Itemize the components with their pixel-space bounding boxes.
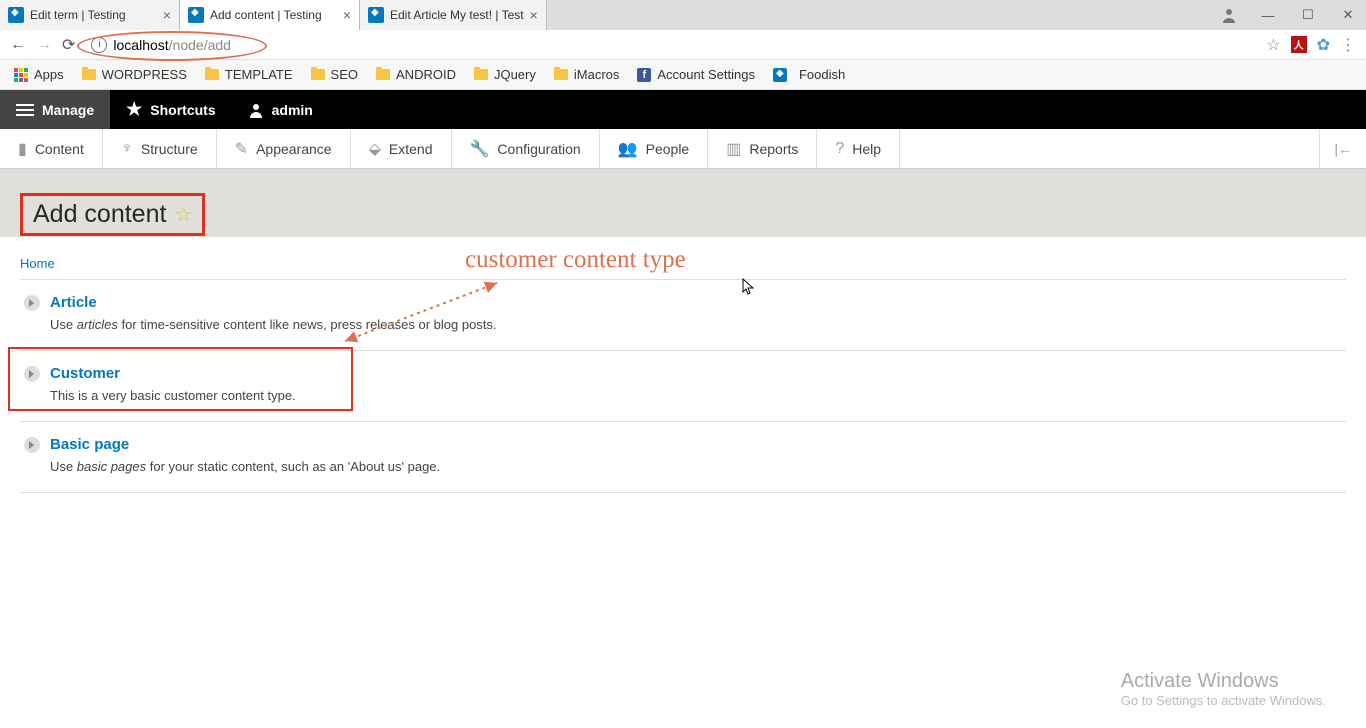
people-icon: 👥 [618, 139, 638, 159]
admin-bar: Manage ★ Shortcuts admin [0, 90, 1366, 129]
facebook-icon: f [637, 68, 651, 82]
minimize-icon[interactable]: — [1258, 8, 1278, 23]
list-item: Customer This is a very basic customer c… [20, 351, 1346, 422]
content-icon: ▮ [18, 139, 27, 159]
main-content: Home Article Use articles for time-sensi… [0, 237, 1366, 511]
bookmark-folder[interactable]: JQuery [474, 67, 536, 82]
folder-icon [205, 69, 219, 80]
reload-icon[interactable]: ⟳ [62, 35, 75, 55]
toolbar-reports[interactable]: ▥Reports [708, 129, 817, 168]
configuration-icon: 🔧 [470, 139, 490, 159]
site-info-icon[interactable]: i [91, 37, 107, 53]
close-icon[interactable]: × [343, 7, 351, 23]
content-type-link-basic-page[interactable]: Basic page [50, 436, 129, 453]
chevron-right-icon [24, 437, 40, 453]
close-icon[interactable]: × [530, 7, 538, 23]
folder-icon [376, 69, 390, 80]
folder-icon [554, 69, 568, 80]
manage-toggle[interactable]: Manage [0, 90, 110, 129]
appearance-icon: ✎ [235, 139, 248, 159]
reports-icon: ▥ [726, 139, 741, 159]
content-type-description: Use basic pages for your static content,… [50, 459, 1342, 474]
profile-icon[interactable] [1220, 6, 1238, 24]
url-input[interactable]: i localhost/node/add [85, 35, 1256, 55]
admin-toolbar: ▮Content ♆Structure ✎Appearance ⬙Extend … [0, 129, 1366, 169]
browser-tab[interactable]: Add content | Testing × [180, 0, 360, 30]
close-icon[interactable]: × [163, 7, 171, 23]
list-item: Basic page Use basic pages for your stat… [20, 422, 1346, 493]
help-icon: ? [835, 140, 844, 158]
apps-icon [14, 68, 28, 82]
page-title: Add content [33, 200, 166, 229]
toolbar-extend[interactable]: ⬙Extend [351, 129, 452, 168]
bookmark-link[interactable]: Foodish [773, 67, 845, 82]
maximize-icon[interactable]: ☐ [1298, 7, 1318, 23]
toolbar-configuration[interactable]: 🔧Configuration [452, 129, 600, 168]
content-type-list: Article Use articles for time-sensitive … [20, 279, 1346, 493]
bookmarks-bar: Apps WORDPRESS TEMPLATE SEO ANDROID JQue… [0, 60, 1366, 90]
toolbar-structure[interactable]: ♆Structure [103, 129, 217, 168]
browser-tab[interactable]: Edit Article My test! | Test × [360, 0, 547, 30]
drupal-icon [8, 7, 24, 23]
chrome-menu-icon[interactable]: ⋮ [1340, 35, 1356, 55]
browser-tab[interactable]: Edit term | Testing × [0, 0, 180, 30]
folder-icon [82, 69, 96, 80]
bookmark-folder[interactable]: TEMPLATE [205, 67, 293, 82]
list-item: Article Use articles for time-sensitive … [20, 280, 1346, 351]
bookmark-folder[interactable]: ANDROID [376, 67, 456, 82]
breadcrumb-home[interactable]: Home [20, 256, 55, 271]
folder-icon [474, 69, 488, 80]
star-icon: ★ [126, 99, 142, 120]
content-type-link-customer[interactable]: Customer [50, 365, 120, 382]
toolbar-people[interactable]: 👥People [600, 129, 709, 168]
tab-title: Edit Article My test! | Test [390, 8, 524, 22]
annotation-label: customer content type [465, 246, 686, 274]
user-menu[interactable]: admin [232, 90, 329, 129]
toolbar-orientation-toggle[interactable]: |← [1319, 129, 1366, 168]
toolbar-appearance[interactable]: ✎Appearance [217, 129, 351, 168]
page-header: Add content ☆ [0, 169, 1366, 237]
content-type-link-article[interactable]: Article [50, 294, 97, 311]
extension-icon[interactable]: ✿ [1317, 35, 1330, 55]
hamburger-icon [16, 104, 34, 116]
toolbar-help[interactable]: ?Help [817, 129, 900, 168]
browser-tab-strip: Edit term | Testing × Add content | Test… [0, 0, 1366, 30]
window-controls: — ☐ ✕ [1220, 6, 1358, 24]
tab-title: Add content | Testing [210, 8, 337, 22]
forward-icon[interactable]: → [36, 36, 52, 54]
windows-activation-watermark: Activate Windows Go to Settings to activ… [1121, 670, 1326, 708]
bookmark-link[interactable]: fAccount Settings [637, 67, 755, 82]
extend-icon: ⬙ [369, 139, 381, 159]
pdf-extension-icon[interactable]: 人 [1291, 36, 1307, 53]
address-bar: ← → ⟳ i localhost/node/add ☆ 人 ✿ ⋮ [0, 30, 1366, 60]
shortcuts-link[interactable]: ★ Shortcuts [110, 90, 231, 129]
bookmark-folder[interactable]: SEO [311, 67, 358, 82]
drupal-icon [368, 7, 384, 23]
annotation-box: Add content ☆ [20, 193, 205, 236]
apps-button[interactable]: Apps [14, 67, 64, 82]
toolbar-content[interactable]: ▮Content [0, 129, 103, 168]
content-type-description: Use articles for time-sensitive content … [50, 317, 1342, 332]
back-icon[interactable]: ← [10, 36, 26, 54]
shortcut-star-icon[interactable]: ☆ [174, 202, 192, 227]
folder-icon [311, 69, 325, 80]
drupal-icon [188, 7, 204, 23]
url-text: localhost/node/add [113, 37, 231, 53]
chevron-right-icon [24, 295, 40, 311]
bookmark-folder[interactable]: iMacros [554, 67, 620, 82]
chevron-right-icon [24, 366, 40, 382]
user-icon [248, 102, 264, 118]
bookmark-folder[interactable]: WORDPRESS [82, 67, 187, 82]
structure-icon: ♆ [121, 140, 133, 158]
content-type-description: This is a very basic customer content ty… [50, 388, 1342, 403]
drupal-icon [773, 68, 787, 82]
bookmark-star-icon[interactable]: ☆ [1266, 35, 1280, 55]
close-window-icon[interactable]: ✕ [1338, 7, 1358, 23]
cursor-icon [742, 278, 756, 300]
tab-title: Edit term | Testing [30, 8, 157, 22]
